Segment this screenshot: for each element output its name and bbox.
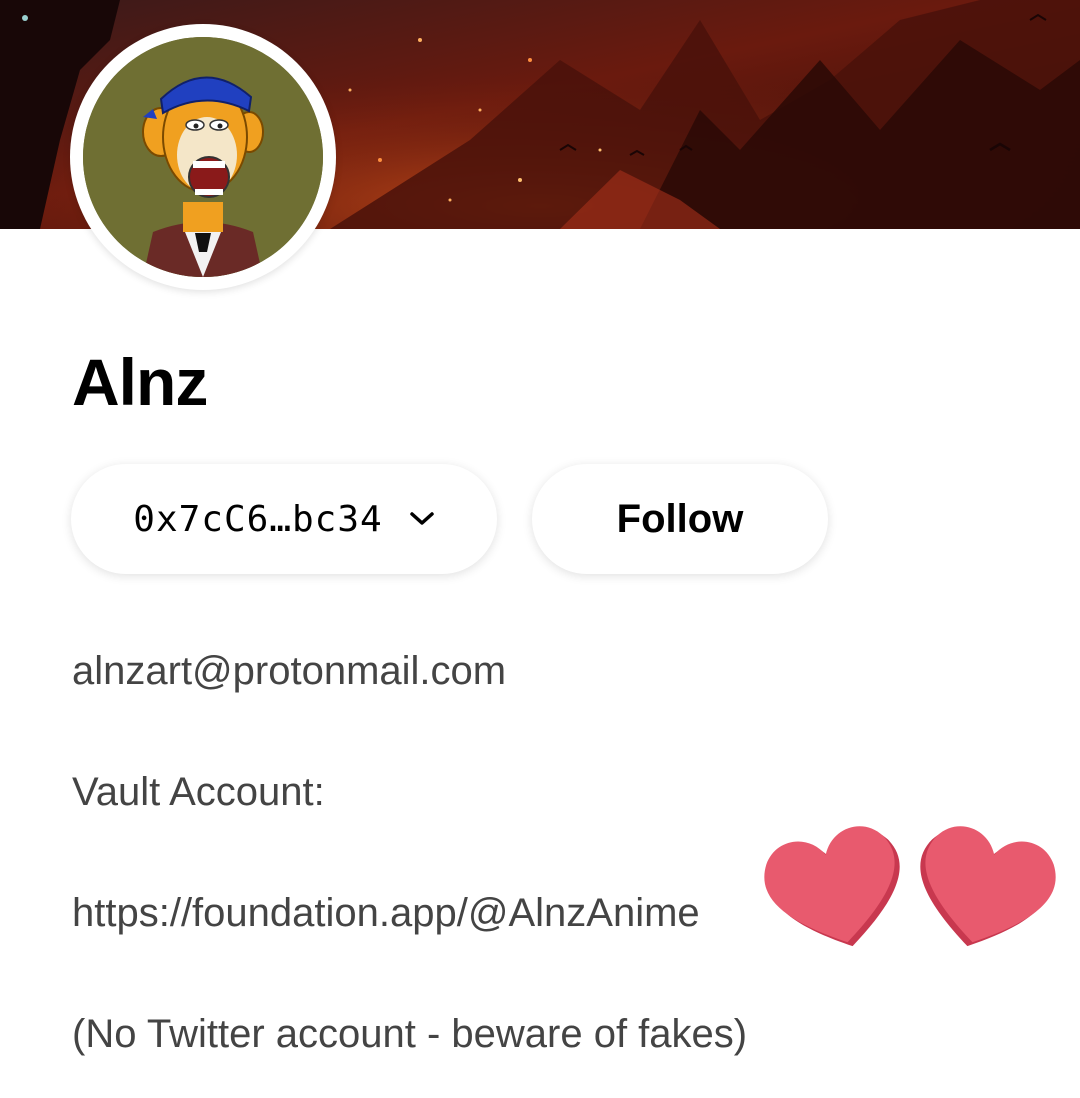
follow-button[interactable]: Follow xyxy=(532,464,828,574)
profile-avatar[interactable] xyxy=(70,24,336,290)
wallet-address-label: 0x7cC6…bc34 xyxy=(133,498,383,540)
bio-vault-link[interactable]: https://foundation.app/@AlnzAnime xyxy=(72,888,700,938)
heart-icon xyxy=(920,826,1056,947)
wallet-address-button[interactable]: 0x7cC6…bc34 xyxy=(71,464,497,574)
bio-vault-label: Vault Account: xyxy=(72,770,325,814)
chevron-down-icon xyxy=(409,510,435,528)
follow-button-label: Follow xyxy=(616,496,744,541)
two-hearts-emoji xyxy=(755,812,1065,962)
profile-page: Alnz 0x7cC6…bc34 Follow alnzart@protonma… xyxy=(0,0,1080,1098)
bio-twitter-note: (No Twitter account - beware of fakes) xyxy=(72,1012,748,1056)
ape-avatar-image xyxy=(83,37,323,277)
bio-email: alnzart@protonmail.com xyxy=(72,649,507,693)
profile-display-name: Alnz xyxy=(72,345,208,419)
heart-icon xyxy=(764,826,900,947)
